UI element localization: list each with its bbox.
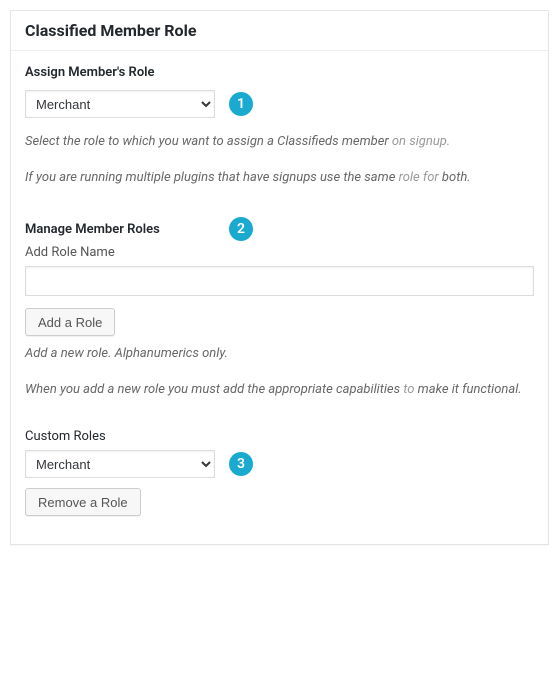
custom-roles-select[interactable]: Merchant	[25, 450, 215, 478]
classified-member-role-panel: Classified Member Role Assign Member's R…	[10, 10, 549, 545]
assign-role-description-2: If you are running multiple plugins that…	[25, 168, 534, 188]
add-role-name-label: Add Role Name	[25, 245, 534, 260]
manage-roles-label: Manage Member Roles	[25, 222, 215, 237]
assign-role-select[interactable]: Merchant	[25, 90, 215, 118]
panel-title: Classified Member Role	[25, 21, 534, 40]
step-badge-1: 1	[229, 92, 253, 116]
add-role-name-input[interactable]	[25, 266, 534, 296]
assign-role-row: Merchant 1	[25, 90, 534, 118]
step-badge-2: 2	[229, 217, 253, 241]
assign-role-label: Assign Member's Role	[25, 65, 534, 80]
panel-header: Classified Member Role	[11, 11, 548, 51]
custom-roles-label: Custom Roles	[25, 429, 534, 444]
assign-role-description-1: Select the role to which you want to ass…	[25, 132, 534, 152]
step-badge-3: 3	[229, 452, 253, 476]
custom-roles-row: Merchant 3	[25, 450, 534, 478]
panel-body: Assign Member's Role Merchant 1 Select t…	[11, 51, 548, 544]
manage-roles-header-row: Manage Member Roles 2	[25, 217, 534, 241]
add-role-description-2: When you add a new role you must add the…	[25, 380, 534, 400]
remove-role-button[interactable]: Remove a Role	[25, 488, 141, 516]
add-role-description-1: Add a new role. Alphanumerics only.	[25, 344, 534, 364]
add-role-button[interactable]: Add a Role	[25, 308, 115, 336]
